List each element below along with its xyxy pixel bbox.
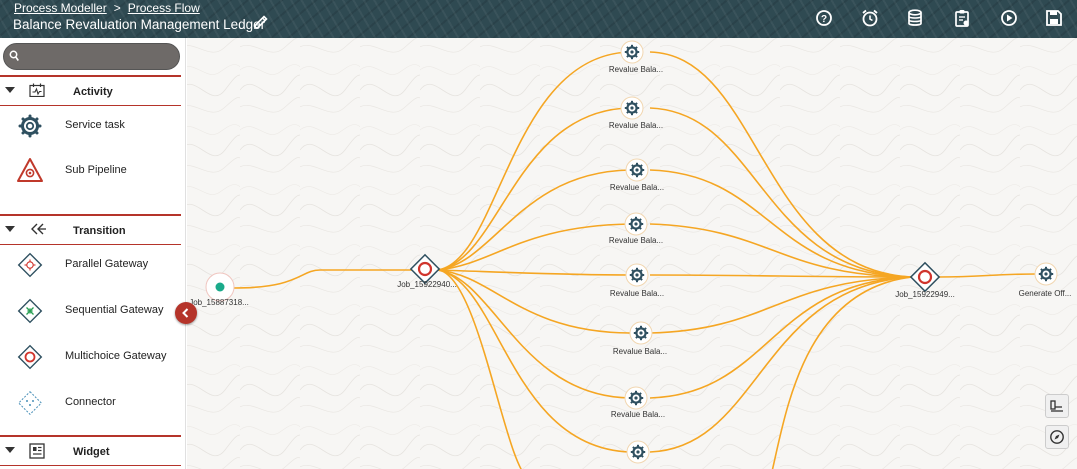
palette-item-sub-pipeline[interactable]: Sub Pipeline (0, 151, 181, 191)
task-label: Revalue Bala... (612, 347, 668, 356)
section-header-activity[interactable]: Activity (0, 77, 181, 105)
help-icon[interactable]: ? (813, 7, 835, 29)
section-label-activity: Activity (73, 86, 113, 98)
service-task-node[interactable] (629, 321, 653, 345)
sequential-gateway-icon (17, 298, 43, 324)
breadcrumb: Process Modeller > Process Flow (14, 1, 200, 15)
activity-calendar-icon (29, 83, 45, 97)
page-title: Balance Revaluation Management Ledger (13, 17, 266, 32)
start-node-label: Job_15887318... (189, 298, 249, 307)
section-divider (0, 465, 181, 466)
palette-item-service-task[interactable]: Service task (0, 106, 181, 146)
gear-icon (18, 114, 42, 138)
caret-down-icon (5, 226, 15, 232)
service-task-node[interactable] (1034, 262, 1058, 286)
palette-item-sequential-gateway[interactable]: Sequential Gateway (0, 291, 181, 331)
service-task-node[interactable] (625, 263, 649, 287)
breadcrumb-process-modeller[interactable]: Process Modeller (14, 1, 107, 15)
service-task-node[interactable] (625, 158, 649, 182)
play-icon[interactable] (998, 7, 1020, 29)
search-input[interactable] (22, 47, 172, 66)
palette-item-parallel-gateway[interactable]: Parallel Gateway (0, 245, 181, 285)
palette-item-label: Parallel Gateway (65, 258, 149, 270)
service-task-node[interactable] (624, 386, 648, 410)
palette-item-label: Multichoice Gateway (65, 350, 167, 362)
save-icon[interactable] (1043, 7, 1065, 29)
section-header-transition[interactable]: Transition (0, 216, 181, 244)
caret-down-icon (5, 87, 15, 93)
database-icon[interactable] (904, 7, 926, 29)
process-canvas[interactable]: Job_15887318... Job_15922940... Job_1592… (187, 38, 1077, 469)
service-task-node[interactable] (624, 212, 648, 236)
section-label-widget: Widget (73, 446, 110, 458)
sub-pipeline-icon (17, 158, 43, 182)
palette-item-multichoice-gateway[interactable]: Multichoice Gateway (0, 337, 181, 377)
gateway-split-label: Job_15922940... (397, 280, 457, 289)
collapse-sidebar-button[interactable] (175, 302, 197, 324)
pencil-edit-icon[interactable] (252, 13, 270, 31)
breadcrumb-separator: > (113, 1, 121, 15)
palette-item-label: Service task (65, 119, 125, 131)
compass-icon (1050, 430, 1064, 444)
palette-sidebar: Activity Service task Sub Pipeline Trans… (0, 38, 186, 469)
task-label: Revalue Bala... (608, 121, 664, 130)
alarm-clock-icon[interactable] (859, 7, 881, 29)
parallel-gateway-icon (17, 252, 43, 278)
task-label: Revalue Bala... (609, 183, 665, 192)
caret-down-icon (5, 447, 15, 453)
layout-icon (1050, 400, 1063, 412)
search-icon (9, 50, 19, 61)
task-label: Revalue Bala... (608, 65, 664, 74)
layout-toggle-button[interactable] (1045, 394, 1069, 418)
service-task-node[interactable] (626, 440, 650, 464)
start-event-node[interactable] (205, 272, 235, 302)
end-task-label: Generate Off... (1018, 289, 1072, 298)
gateway-join-label: Job_15922949... (895, 290, 955, 299)
palette-item-label: Sequential Gateway (65, 304, 164, 316)
palette-item-label: Connector (65, 396, 116, 408)
clipboard-icon[interactable] (951, 7, 973, 29)
section-header-widget[interactable]: Widget (0, 437, 181, 465)
task-label: Revalue Bala... (610, 410, 666, 419)
app-header: Process Modeller > Process Flow Balance Re… (0, 0, 1077, 38)
svg-text:?: ? (821, 14, 827, 25)
breadcrumb-process-flow[interactable]: Process Flow (128, 1, 200, 15)
flow-diagram (187, 38, 1077, 469)
palette-item-label: Sub Pipeline (65, 164, 127, 176)
connector-icon (17, 390, 43, 416)
task-label: Revalue Bala... (609, 289, 665, 298)
service-task-node[interactable] (620, 96, 644, 120)
multichoice-gateway-icon (17, 344, 43, 370)
service-task-node[interactable] (620, 40, 644, 64)
navigator-button[interactable] (1045, 425, 1069, 449)
search-field[interactable] (3, 43, 180, 70)
section-label-transition: Transition (73, 225, 126, 237)
transition-arrows-icon (31, 223, 46, 235)
chevron-left-icon (182, 308, 189, 318)
widget-icon (29, 443, 45, 459)
task-label: Revalue Bala... (608, 236, 664, 245)
palette-item-connector[interactable]: Connector (0, 383, 181, 423)
